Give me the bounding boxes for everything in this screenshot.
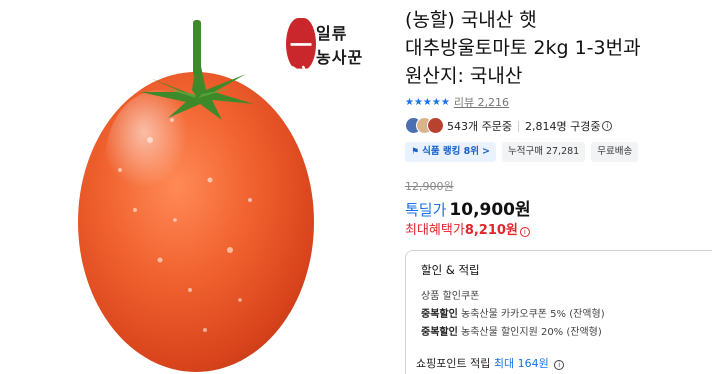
product-coupon-line: 상품 할인쿠폰 <box>421 291 480 302</box>
cumulative-purchase-badge: 누적구매 27,281 <box>501 142 586 162</box>
max-benefit-label: 최대혜택가 <box>405 223 465 238</box>
discount-benefit-box: 할인 & 적립 상품 할인쿠폰 중복할인 농축산물 카카오쿠폰 5% (잔액형)… <box>405 250 712 374</box>
rating-row: ★★★★★ 리뷰 2,216 <box>405 94 509 110</box>
deal-price-label: 톡딜가 <box>405 201 447 219</box>
flag-icon: ⚑ <box>411 147 420 157</box>
product-title-line1: (농할) 국내산 햇 <box>405 9 537 31</box>
shopping-points-line: 쇼핑포인트 적립 최대 164원 i <box>416 355 565 371</box>
duplicate-discount-label: 중복할인 <box>421 309 458 320</box>
info-icon[interactable]: i <box>519 227 530 237</box>
max-benefit-price-row: 최대혜택가 8,210원 i <box>405 219 530 241</box>
viewers-count: 2,814명 구경중 <box>524 120 601 133</box>
ranking-badge[interactable]: ⚑ 식품 랭킹 8위 > <box>405 142 496 162</box>
duplicate-discount-text: 농축산물 카카오쿠폰 5% (잔액형) <box>461 309 605 320</box>
seal-text-line2: 농사꾼 <box>316 48 364 67</box>
buyer-avatars <box>405 117 447 135</box>
chevron-right-icon: > <box>482 146 490 157</box>
product-title-line2: 대추방울토마토 2kg 1-3번과 <box>405 37 641 59</box>
benefit-box-title: 할인 & 적립 <box>421 263 480 277</box>
duplicate-discount-label: 중복할인 <box>421 327 458 338</box>
product-image-area[interactable]: 一流 일류 농사꾼 <box>0 0 388 374</box>
brand-seal-logo: 一流 일류 농사꾼 <box>286 14 376 91</box>
duplicate-discount-text: 농축산물 할인지원 20% (잔액형) <box>461 327 602 338</box>
ranking-label: 식품 랭킹 8위 <box>422 146 480 157</box>
product-title-line3: 원산지: 국내산 <box>405 65 523 87</box>
deal-price-row: 톡딜가 10,900원 <box>405 195 531 220</box>
review-count-link[interactable]: 리뷰 2,216 <box>454 94 509 110</box>
points-label: 쇼핑포인트 적립 <box>416 357 491 370</box>
product-title: (농할) 국내산 햇 대추방울토마토 2kg 1-3번과 원산지: 국내산 <box>405 6 712 90</box>
duplicate-discount-line-2: 중복할인 농축산물 할인지원 20% (잔액형) <box>421 323 602 338</box>
max-benefit-value: 8,210원 <box>464 223 518 238</box>
original-price: 12,900원 <box>405 180 454 193</box>
free-shipping-badge: 무료배송 <box>591 142 639 162</box>
seal-text-line1: 일류 <box>316 24 348 43</box>
deal-price-value: 10,900원 <box>449 200 531 220</box>
avatar <box>427 117 444 134</box>
info-icon[interactable]: i <box>554 360 565 370</box>
duplicate-discount-line-1: 중복할인 농축산물 카카오쿠폰 5% (잔액형) <box>421 305 605 320</box>
orders-count: 543개 주문중 <box>447 120 512 133</box>
badge-row: ⚑ 식품 랭킹 8위 > 누적구매 27,281 무료배송 <box>405 142 639 162</box>
star-rating-icon: ★★★★★ <box>405 96 450 108</box>
divider <box>517 120 519 132</box>
product-info-panel: (농할) 국내산 햇 대추방울토마토 2kg 1-3번과 원산지: 국내산 ★★… <box>405 0 712 374</box>
social-proof-row: 543개 주문중 2,814명 구경중 i <box>405 116 613 136</box>
info-icon[interactable]: i <box>602 121 613 131</box>
points-value: 최대 164원 <box>493 357 549 370</box>
seal-glyph: 一流 <box>290 33 313 91</box>
